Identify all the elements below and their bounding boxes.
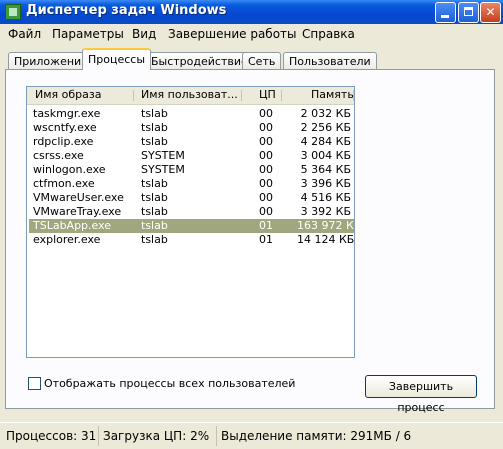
column-memory[interactable]: Память [311,87,354,103]
process-name: csrss.exe [33,149,84,162]
process-row[interactable]: csrss.exe SYSTEM 00 3 004 КБ [29,149,354,163]
process-row-selected[interactable]: TSLabApp.exe tslab 01 163 972 КБ [29,219,354,233]
column-divider[interactable] [353,90,354,101]
menu-help[interactable]: Справка [302,27,355,41]
process-memory: 4 284 КБ [300,135,351,148]
tab-applications[interactable]: Приложения [8,52,94,69]
process-row[interactable]: rdpclip.exe tslab 00 4 284 КБ [29,135,354,149]
process-cpu: 00 [259,135,273,148]
column-divider[interactable] [281,90,282,101]
window-title: Диспетчер задач Windows [26,3,227,18]
process-cpu: 00 [259,177,273,190]
process-cpu: 00 [259,163,273,176]
process-cpu: 01 [259,219,273,232]
process-user: SYSTEM [141,163,185,176]
process-name: VMwareUser.exe [33,191,124,204]
menu-shutdown[interactable]: Завершение работы [168,27,297,41]
process-name: wscntfy.exe [33,121,97,134]
tab-network[interactable]: Сеть [242,52,282,69]
tab-processes[interactable]: Процессы [82,48,152,70]
process-memory: 3 396 КБ [300,177,351,190]
process-cpu: 01 [259,233,273,246]
process-memory: 4 516 КБ [300,191,351,204]
minimize-button[interactable] [435,2,456,23]
process-memory: 3 392 КБ [300,205,351,218]
status-processes: Процессов: 31 [6,429,97,443]
process-user: tslab [141,205,168,218]
process-name: ctfmon.exe [33,177,95,190]
process-row[interactable]: taskmgr.exe tslab 00 2 032 КБ [29,107,354,121]
process-name: explorer.exe [33,233,101,246]
process-memory: 163 972 КБ [297,219,355,232]
process-name: winlogon.exe [33,163,106,176]
minimize-icon [441,15,449,18]
process-row[interactable]: ctfmon.exe tslab 00 3 396 КБ [29,177,354,191]
process-name: VMwareTray.exe [33,205,122,218]
process-cpu: 00 [259,149,273,162]
menu-view[interactable]: Вид [132,27,156,41]
process-row[interactable]: VMwareUser.exe tslab 00 4 516 КБ [29,191,354,205]
app-icon [5,4,21,20]
show-all-users-label[interactable]: Отображать процессы всех пользователей [44,377,295,390]
process-user: tslab [141,219,168,232]
column-divider[interactable] [133,90,134,101]
column-cpu[interactable]: ЦП [259,87,276,103]
process-name: TSLabApp.exe [33,219,112,232]
process-cpu: 00 [259,191,273,204]
process-user: tslab [141,121,168,134]
process-user: tslab [141,135,168,148]
process-name: rdpclip.exe [33,135,94,148]
status-memory: Выделение памяти: 291МБ / 6 [216,426,411,446]
process-cpu: 00 [259,121,273,134]
process-user: tslab [141,107,168,120]
process-memory: 14 124 КБ [297,233,355,246]
process-row[interactable]: VMwareTray.exe tslab 00 3 392 КБ [29,205,354,219]
menu-options[interactable]: Параметры [52,27,124,41]
close-icon: ✕ [485,5,496,19]
process-cpu: 00 [259,205,273,218]
process-user: tslab [141,191,168,204]
title-bar[interactable]: Диспетчер задач Windows ✕ [0,0,503,24]
list-header: Имя образа Имя пользоват... ЦП Память [27,87,354,105]
process-user: tslab [141,233,168,246]
process-user: tslab [141,177,168,190]
process-user: SYSTEM [141,149,185,162]
column-divider[interactable] [241,90,242,101]
show-all-users-checkbox[interactable] [28,377,41,390]
process-row[interactable]: winlogon.exe SYSTEM 00 5 364 КБ [29,163,354,177]
process-row[interactable]: wscntfy.exe tslab 00 2 256 КБ [29,121,354,135]
menu-file[interactable]: Файл [8,27,41,41]
tab-users[interactable]: Пользователи [283,52,377,69]
process-cpu: 00 [259,107,273,120]
maximize-button[interactable] [458,2,479,23]
process-list[interactable]: Имя образа Имя пользоват... ЦП Память ta… [26,86,355,358]
tab-performance[interactable]: Быстродействие [145,52,254,69]
process-memory: 2 032 КБ [300,107,351,120]
column-image-name[interactable]: Имя образа [35,87,101,103]
process-memory: 2 256 КБ [300,121,351,134]
end-process-button[interactable]: Завершить процесс [365,375,477,414]
status-bar: Процессов: 31 Загрузка ЦП: 2% Выделение … [0,422,503,449]
maximize-icon [464,7,473,16]
process-name: taskmgr.exe [33,107,101,120]
column-user-name[interactable]: Имя пользоват... [141,87,238,103]
process-memory: 5 364 КБ [300,163,351,176]
menu-bar: Файл Параметры Вид Завершение работы Спр… [0,24,503,44]
status-cpu: Загрузка ЦП: 2% [98,426,209,446]
process-row[interactable]: explorer.exe tslab 01 14 124 КБ [29,233,354,247]
process-memory: 3 004 КБ [300,149,351,162]
close-button[interactable]: ✕ [480,2,501,23]
